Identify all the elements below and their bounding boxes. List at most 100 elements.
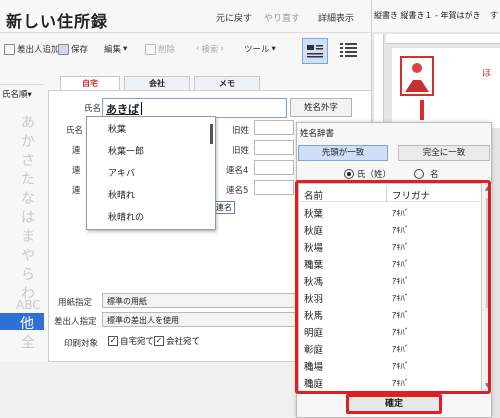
index-tab-ha[interactable]: は — [16, 207, 40, 227]
print-work-checkbox[interactable]: ✓ 会社宛て — [154, 335, 200, 347]
name-input[interactable]: あきば — [102, 98, 287, 118]
joint-name-label-3: 連 — [72, 186, 81, 196]
chevron-right-icon: › — [220, 44, 224, 54]
highlight-frame — [295, 180, 491, 394]
app-title: 新しい住所録 — [6, 12, 109, 31]
joint-name-chip[interactable]: 連名 — [213, 201, 235, 214]
tab-memo[interactable]: メモ — [194, 76, 260, 90]
index-tab-sa[interactable]: さ — [16, 150, 40, 170]
preview-title: 縦書き 縦書き１ - 年賀はがき — [374, 11, 481, 20]
chevron-down-icon: ▾ — [27, 90, 32, 100]
edit-label: 編集 — [104, 45, 122, 55]
index-tab-na[interactable]: な — [16, 188, 40, 208]
sort-order-label: 氏名順 — [2, 90, 28, 100]
index-tab-other[interactable]: 他 — [0, 313, 44, 332]
joint-name-label-2: 連 — [72, 166, 81, 176]
autocomplete-item[interactable]: 秋葉 — [108, 122, 126, 135]
undo-button[interactable]: 元に戻す — [216, 11, 252, 24]
delete-button[interactable]: 削除 — [145, 43, 175, 55]
tools-label: ツール — [244, 45, 270, 55]
surname-radio[interactable]: 氏（姓） — [344, 168, 391, 180]
print-work-label: 会社宛て — [166, 337, 201, 347]
edit-menu-button[interactable]: 編集 ▾ — [104, 43, 127, 55]
fuji-stamp-icon — [405, 63, 429, 92]
text-cursor — [141, 102, 142, 115]
radio-selected-icon — [344, 169, 354, 179]
save-label: 保存 — [71, 45, 89, 55]
add-sender-icon — [4, 43, 15, 55]
horizontal-ruler — [386, 34, 500, 44]
redo-button[interactable]: やり直す — [264, 11, 300, 24]
sender-select[interactable]: 標準の差出人を使用 — [102, 312, 298, 327]
preview-side-text: ほ — [482, 69, 492, 79]
autocomplete-item[interactable]: 秋葉一郎 — [108, 144, 144, 157]
delete-label: 削除 — [158, 45, 176, 55]
exact-match-button[interactable]: 完全に一致 — [398, 145, 490, 161]
name-gaiji-button[interactable]: 姓名外字 — [290, 98, 352, 117]
divider — [0, 84, 44, 85]
given-name-radio[interactable]: 名 — [414, 168, 439, 180]
card-view-icon — [307, 45, 323, 58]
autocomplete-item[interactable]: アキバ — [108, 166, 135, 179]
search-button[interactable]: ‹ 検索 › — [196, 43, 224, 55]
maiden-name-input-2[interactable] — [254, 140, 294, 155]
dialog-title: 姓名辞書 — [300, 129, 335, 139]
stamp-frame — [400, 56, 434, 96]
name-kana-label: 氏名 — [66, 126, 84, 136]
list-view-button[interactable] — [336, 38, 362, 64]
index-tab-all[interactable]: 全 — [16, 332, 40, 352]
autocomplete-scrollbar[interactable] — [210, 124, 213, 144]
given-name-radio-label: 名 — [430, 170, 439, 180]
tools-menu-button[interactable]: ツール ▾ — [244, 43, 276, 55]
trash-icon — [145, 43, 156, 55]
search-label: 検索 — [201, 45, 219, 55]
index-tab-abc[interactable]: ABC — [16, 298, 41, 312]
confirm-button[interactable]: 確定 — [346, 394, 442, 414]
sender-label: 差出人指定 — [54, 317, 97, 327]
maiden-name-label-1: 旧姓 — [232, 126, 250, 136]
index-tab-ka[interactable]: か — [16, 131, 40, 151]
print-target-label: 印刷対象 — [64, 339, 99, 349]
joint-name-label-1: 連 — [72, 146, 81, 156]
maiden-name-input-1[interactable] — [254, 120, 294, 135]
sort-order-dropdown[interactable]: 氏名順▾ — [2, 88, 32, 100]
tab-home[interactable]: 自宅 — [60, 76, 120, 91]
joint-name-4-input[interactable] — [254, 160, 294, 175]
paper-label: 用紙指定 — [58, 298, 93, 308]
autocomplete-item[interactable]: 秋晴れ — [108, 188, 135, 201]
tab-company[interactable]: 会社 — [124, 76, 190, 90]
save-button[interactable]: 保存 — [58, 43, 88, 55]
print-home-checkbox[interactable]: ✓ 自宅宛て — [108, 335, 154, 347]
check-icon: ✓ — [154, 336, 164, 346]
index-tab-ya[interactable]: や — [16, 245, 40, 265]
chevron-down-icon: ▾ — [271, 44, 276, 54]
index-tab-ta[interactable]: た — [16, 169, 40, 189]
joint-name-5-label: 連名5 — [226, 186, 249, 196]
joint-name-5-input[interactable] — [254, 180, 294, 195]
preview-red-mark — [420, 100, 424, 120]
prefix-match-button[interactable]: 先頭が一致 — [298, 145, 388, 161]
add-sender-label: 差出人追加 — [17, 45, 60, 55]
autocomplete-dropdown — [86, 116, 216, 230]
card-view-button[interactable] — [302, 38, 328, 64]
paper-select[interactable]: 標準の用紙 — [102, 293, 298, 308]
chevron-down-icon: ▾ — [123, 44, 128, 54]
maiden-name-label-2: 旧姓 — [232, 146, 250, 156]
check-icon: ✓ — [108, 336, 118, 346]
name-input-value: あきば — [106, 103, 139, 116]
preview-extra: す — [490, 11, 498, 20]
autocomplete-item[interactable]: 秋晴れの — [108, 210, 144, 223]
surname-radio-label: 氏（姓） — [357, 170, 392, 180]
list-view-icon — [340, 43, 357, 57]
print-home-label: 自宅宛て — [120, 337, 155, 347]
index-tab-ma[interactable]: ま — [16, 226, 40, 246]
index-tab-a[interactable]: あ — [16, 112, 40, 132]
index-tab-ra[interactable]: ら — [16, 264, 40, 284]
joint-name-4-label: 連名4 — [226, 166, 249, 176]
save-icon — [58, 43, 69, 55]
radio-unselected-icon — [414, 169, 424, 179]
add-sender-button[interactable]: 差出人追加 — [4, 43, 60, 55]
name-label: 氏名 — [84, 104, 102, 114]
chevron-left-icon: ‹ — [196, 44, 200, 54]
detail-view-button[interactable]: 詳細表示 — [318, 11, 354, 24]
